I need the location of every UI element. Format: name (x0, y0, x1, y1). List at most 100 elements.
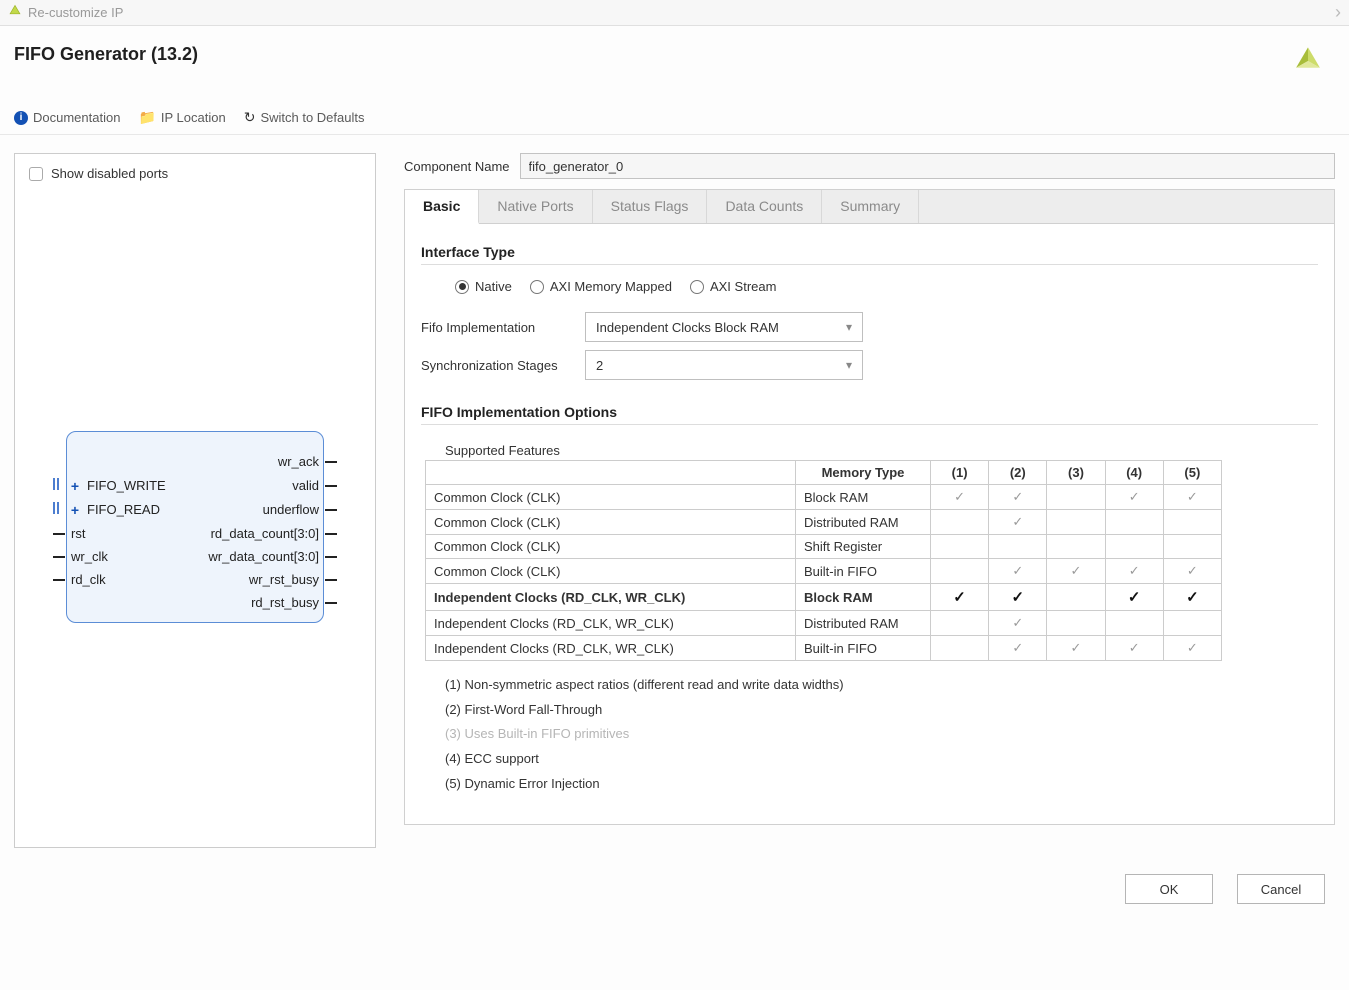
cell-mark: ✓ (1163, 559, 1221, 584)
port-stub-icon (53, 556, 65, 558)
cell-mark (1047, 584, 1105, 611)
col-4: (4) (1105, 461, 1163, 485)
tabs: Basic Native Ports Status Flags Data Cou… (404, 189, 1335, 223)
toolbar: i Documentation 📁 IP Location ↻ Switch t… (14, 109, 1335, 126)
port-label: valid (292, 478, 319, 493)
notes-list: (1) Non-symmetric aspect ratios (differe… (445, 673, 1318, 796)
col-clock (426, 461, 796, 485)
sync-stages-select[interactable]: 2 ▾ (585, 350, 863, 380)
table-row[interactable]: Independent Clocks (RD_CLK, WR_CLK)Distr… (426, 611, 1222, 636)
cell-mark: ✓ (989, 611, 1047, 636)
tab-status-flags[interactable]: Status Flags (593, 190, 708, 223)
documentation-button[interactable]: i Documentation (14, 110, 120, 125)
note-line: (3) Uses Built-in FIFO primitives (445, 722, 1318, 747)
component-name-label: Component Name (404, 159, 510, 174)
switch-defaults-button[interactable]: ↻ Switch to Defaults (244, 109, 365, 126)
tab-native-ports[interactable]: Native Ports (479, 190, 592, 223)
table-row[interactable]: Independent Clocks (RD_CLK, WR_CLK)Built… (426, 636, 1222, 661)
sync-stages-label: Synchronization Stages (421, 358, 571, 373)
port-stub-icon (325, 461, 337, 463)
select-value: Independent Clocks Block RAM (596, 320, 779, 335)
switch-defaults-label: Switch to Defaults (260, 110, 364, 125)
cell-mark (1047, 535, 1105, 559)
header: FIFO Generator (13.2) i Documentation 📁 … (0, 26, 1349, 135)
cell-mark (1047, 611, 1105, 636)
cell-mark: ✓ (989, 584, 1047, 611)
table-row[interactable]: Common Clock (CLK)Shift Register (426, 535, 1222, 559)
col-5: (5) (1163, 461, 1221, 485)
radio-axi-stream[interactable]: AXI Stream (690, 279, 776, 294)
cell-mark: ✓ (989, 485, 1047, 510)
cell-memory: Distributed RAM (796, 510, 931, 535)
cell-mark: ✓ (1105, 636, 1163, 661)
note-line: (4) ECC support (445, 747, 1318, 772)
ip-location-label: IP Location (161, 110, 226, 125)
chevron-down-icon: ▾ (846, 320, 852, 334)
info-icon: i (14, 111, 28, 125)
cell-memory: Built-in FIFO (796, 636, 931, 661)
table-row[interactable]: Common Clock (CLK)Distributed RAM ✓ (426, 510, 1222, 535)
cell-mark: ✓ (1105, 559, 1163, 584)
vendor-logo-icon (1291, 44, 1325, 81)
ip-location-button[interactable]: 📁 IP Location (138, 109, 225, 126)
cell-mark: ✓ (1105, 485, 1163, 510)
radio-axi-memory-mapped[interactable]: AXI Memory Mapped (530, 279, 672, 294)
tab-summary[interactable]: Summary (822, 190, 919, 223)
port-stub-icon (325, 485, 337, 487)
table-row[interactable]: Common Clock (CLK)Built-in FIFO✓✓✓✓ (426, 559, 1222, 584)
cell-clock: Common Clock (CLK) (426, 535, 796, 559)
port-stub-icon (53, 579, 65, 581)
cell-mark (1105, 535, 1163, 559)
cell-clock: Independent Clocks (RD_CLK, WR_CLK) (426, 636, 796, 661)
cancel-button[interactable]: Cancel (1237, 874, 1325, 904)
cell-mark: ✓ (1105, 584, 1163, 611)
cell-mark (931, 535, 989, 559)
radio-native[interactable]: Native (455, 279, 512, 294)
cell-mark (1163, 611, 1221, 636)
port-stub-icon (53, 533, 65, 535)
cell-mark (931, 636, 989, 661)
expand-icon[interactable]: + (69, 504, 81, 516)
expand-icon[interactable]: + (69, 480, 81, 492)
page-title: FIFO Generator (13.2) (14, 44, 198, 65)
window-title: Re-customize IP (28, 5, 123, 20)
fifo-impl-select[interactable]: Independent Clocks Block RAM ▾ (585, 312, 863, 342)
bus-icon (53, 502, 63, 517)
cell-mark: ✓ (1047, 559, 1105, 584)
show-disabled-checkbox[interactable] (29, 167, 43, 181)
cell-clock: Common Clock (CLK) (426, 510, 796, 535)
features-table: Memory Type (1) (2) (3) (4) (5) Common C… (425, 460, 1222, 661)
port-stub-icon (325, 556, 337, 558)
table-row[interactable]: Common Clock (CLK)Block RAM✓✓✓✓ (426, 485, 1222, 510)
cell-mark (1105, 611, 1163, 636)
supported-features-label: Supported Features (445, 443, 1318, 458)
port-label: rd_rst_busy (251, 595, 319, 610)
select-value: 2 (596, 358, 603, 373)
port-label: FIFO_READ (87, 502, 160, 517)
cell-mark (931, 559, 989, 584)
cell-memory: Shift Register (796, 535, 931, 559)
cell-mark (1105, 510, 1163, 535)
port-stub-icon (325, 533, 337, 535)
port-label: underflow (263, 502, 319, 517)
table-row[interactable]: Independent Clocks (RD_CLK, WR_CLK)Block… (426, 584, 1222, 611)
tab-basic[interactable]: Basic (405, 190, 479, 224)
port-label: wr_ack (278, 454, 319, 469)
cell-mark (1163, 510, 1221, 535)
cell-mark: ✓ (1163, 584, 1221, 611)
ok-button[interactable]: OK (1125, 874, 1213, 904)
port-stub-icon (325, 509, 337, 511)
port-label: wr_clk (71, 549, 108, 564)
cell-mark (1047, 485, 1105, 510)
chevron-right-icon: › (1335, 2, 1341, 23)
tab-data-counts[interactable]: Data Counts (707, 190, 822, 223)
right-panel: Component Name Basic Native Ports Status… (404, 153, 1335, 825)
cell-memory: Block RAM (796, 485, 931, 510)
cell-mark: ✓ (1163, 636, 1221, 661)
cell-mark: ✓ (989, 510, 1047, 535)
col-2: (2) (989, 461, 1047, 485)
radio-label: AXI Memory Mapped (550, 279, 672, 294)
component-name-input[interactable] (520, 153, 1336, 179)
titlebar: Re-customize IP › (0, 0, 1349, 26)
cell-mark: ✓ (989, 559, 1047, 584)
